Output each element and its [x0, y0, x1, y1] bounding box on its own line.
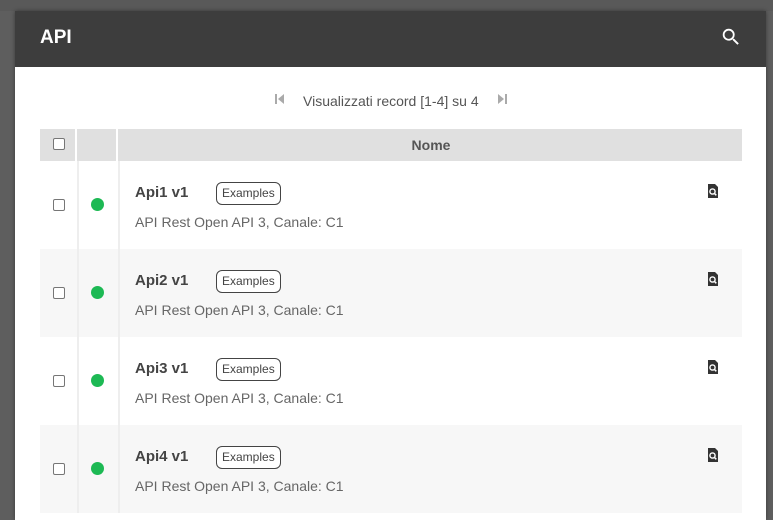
top-strip — [0, 0, 773, 11]
pagination: Visualizzati record [1-4] su 4 — [15, 91, 766, 111]
column-divider — [118, 425, 120, 513]
status-indicator — [91, 374, 104, 387]
search-icon[interactable] — [720, 26, 742, 48]
view-details-icon[interactable] — [705, 271, 721, 287]
api-description: API Rest Open API 3, Canale: C1 — [135, 302, 344, 318]
first-page-icon[interactable] — [273, 92, 287, 106]
column-divider — [77, 337, 79, 425]
pagination-text: Visualizzati record [1-4] su 4 — [303, 93, 479, 109]
tag-badge: Examples — [216, 358, 281, 381]
column-divider — [118, 249, 120, 337]
table-row[interactable]: Api2 v1 Examples API Rest Open API 3, Ca… — [40, 249, 742, 337]
select-all-cell — [40, 129, 77, 161]
column-divider — [77, 249, 79, 337]
page-header: API — [15, 11, 766, 67]
api-name: Api1 v1 — [135, 184, 189, 201]
column-header-name[interactable]: Nome — [120, 129, 742, 161]
last-page-icon[interactable] — [495, 92, 509, 106]
main-panel: API Visualizzati record [1-4] su 4 Nome … — [15, 11, 766, 520]
tag-badge: Examples — [216, 446, 281, 469]
row-checkbox[interactable] — [53, 287, 65, 299]
row-checkbox[interactable] — [53, 375, 65, 387]
status-indicator — [91, 286, 104, 299]
row-checkbox[interactable] — [53, 463, 65, 475]
api-name: Api4 v1 — [135, 448, 189, 465]
api-description: API Rest Open API 3, Canale: C1 — [135, 214, 344, 230]
view-details-icon[interactable] — [705, 447, 721, 463]
tag-badge: Examples — [216, 270, 281, 293]
select-all-checkbox[interactable] — [53, 138, 65, 150]
tag-badge: Examples — [216, 182, 281, 205]
view-details-icon[interactable] — [705, 183, 721, 199]
column-divider — [77, 425, 79, 513]
page-title: API — [40, 27, 72, 48]
api-name: Api3 v1 — [135, 360, 189, 377]
table-header: Nome — [40, 129, 742, 161]
column-divider — [118, 161, 120, 249]
row-checkbox[interactable] — [53, 199, 65, 211]
status-header-cell — [79, 129, 118, 161]
table-row[interactable]: Api1 v1 Examples API Rest Open API 3, Ca… — [40, 161, 742, 249]
table-row[interactable]: Api4 v1 Examples API Rest Open API 3, Ca… — [40, 425, 742, 513]
view-details-icon[interactable] — [705, 359, 721, 375]
column-divider — [118, 337, 120, 425]
api-description: API Rest Open API 3, Canale: C1 — [135, 390, 344, 406]
table-row[interactable]: Api3 v1 Examples API Rest Open API 3, Ca… — [40, 337, 742, 425]
api-name: Api2 v1 — [135, 272, 189, 289]
column-divider — [77, 161, 79, 249]
status-indicator — [91, 462, 104, 475]
api-description: API Rest Open API 3, Canale: C1 — [135, 478, 344, 494]
status-indicator — [91, 198, 104, 211]
